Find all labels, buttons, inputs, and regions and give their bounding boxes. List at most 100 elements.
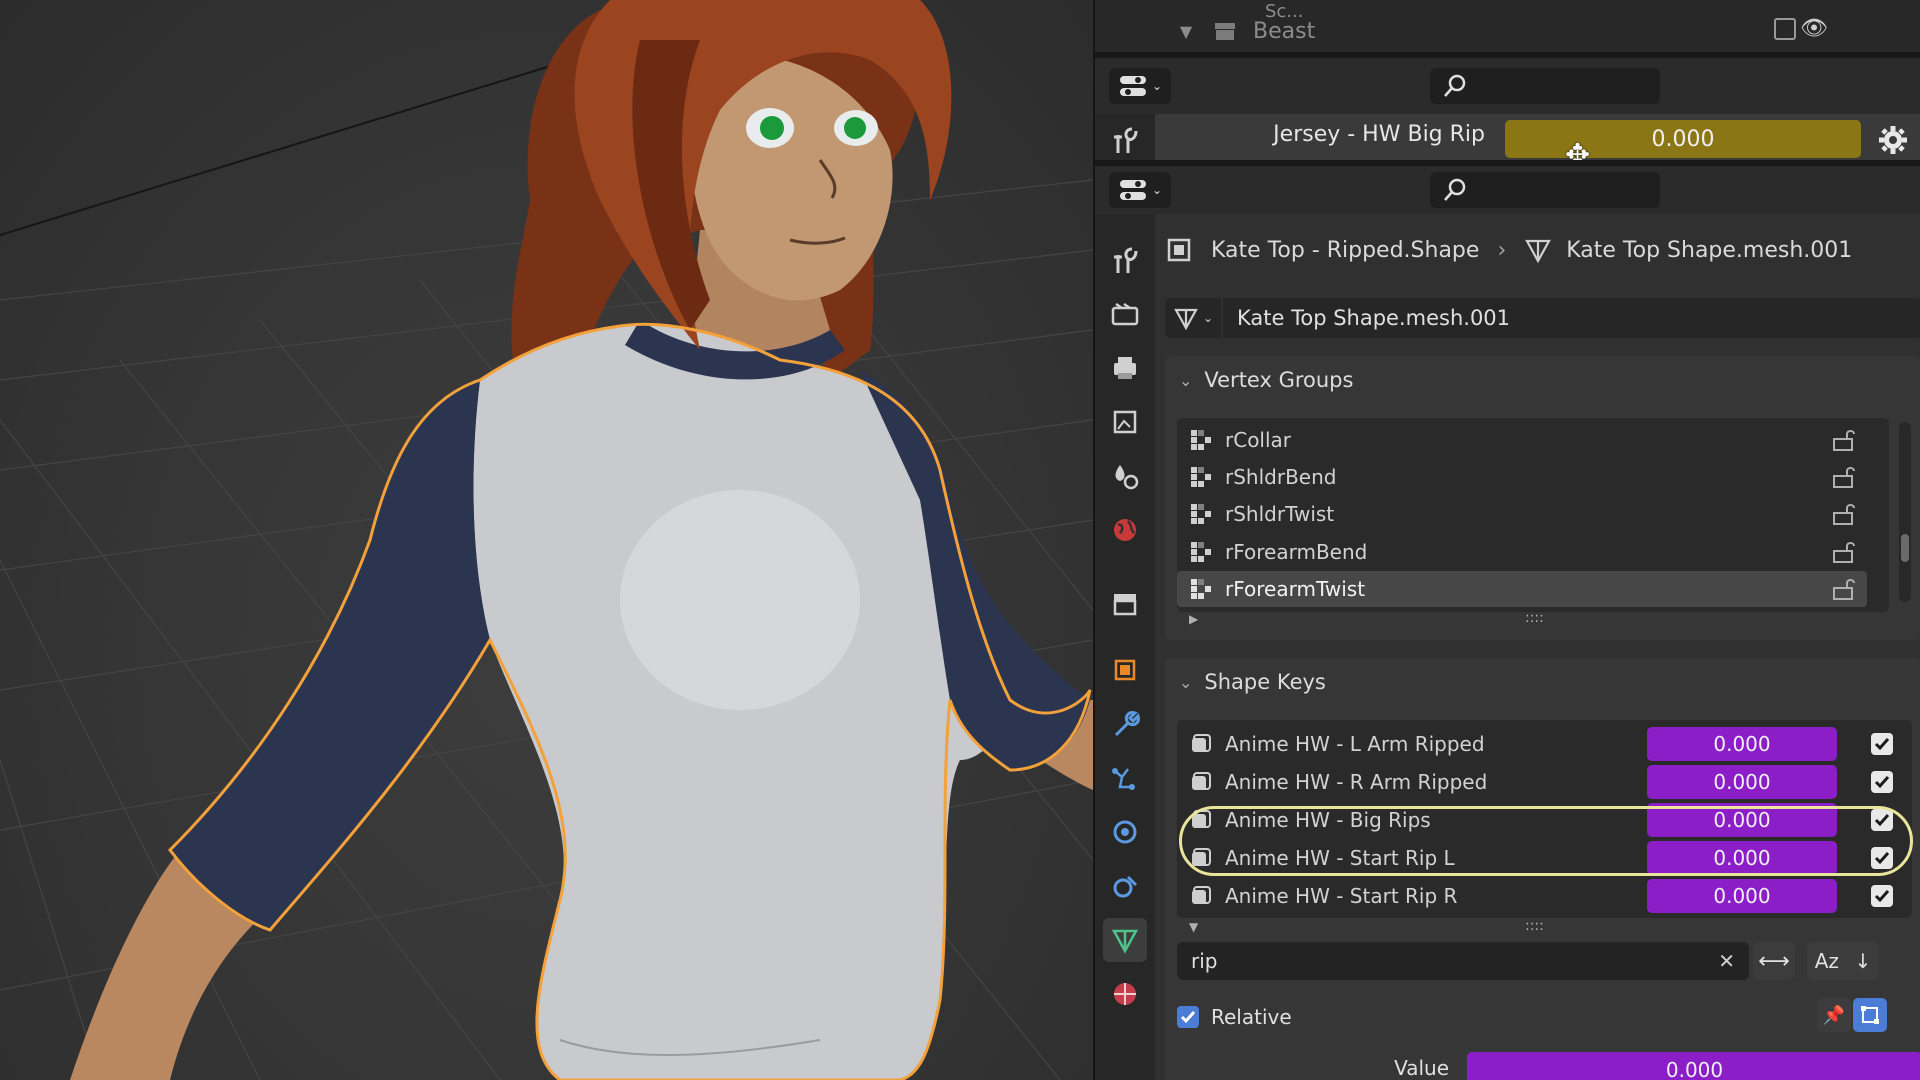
- wrench-icon: [1114, 711, 1140, 737]
- shape-key-value[interactable]: 0.000: [1647, 765, 1837, 799]
- list-item[interactable]: Anime HW - R Arm Ripped 0.000: [1177, 764, 1912, 800]
- render-camera-icon: [1111, 302, 1139, 326]
- tab-modifiers[interactable]: [1103, 702, 1147, 746]
- breadcrumb-chevron-icon: ›: [1497, 237, 1507, 263]
- driver-tabs: [1095, 114, 1155, 166]
- shape-key-value[interactable]: 0.000: [1647, 727, 1837, 761]
- collection-icon: [1113, 594, 1137, 616]
- swap-arrows-icon: ⟷: [1758, 948, 1790, 974]
- chevron-down-icon: ⌄: [1179, 370, 1193, 390]
- vertex-group-icon: [1177, 577, 1225, 601]
- world-icon: [1114, 519, 1136, 541]
- outliner-row-beast[interactable]: ▼ Beast 👁: [1155, 12, 1915, 50]
- search-icon: [1444, 74, 1466, 97]
- list-resize-grip[interactable]: ::::: [1525, 610, 1544, 626]
- tab-collection[interactable]: [1103, 582, 1147, 626]
- clear-filter-icon[interactable]: ✕: [1718, 949, 1735, 973]
- tab-tool[interactable]: [1103, 238, 1147, 282]
- list-item[interactable]: rShldrBend: [1177, 459, 1867, 495]
- unlock-icon[interactable]: [1831, 503, 1857, 525]
- vertex-group-icon: [1177, 502, 1225, 526]
- tab-particles[interactable]: [1103, 756, 1147, 800]
- driver-row[interactable]: Jersey - HW Big Rip 0.000 ✥: [1155, 114, 1920, 173]
- mesh-browse-button[interactable]: ⌄: [1165, 298, 1223, 338]
- search-field[interactable]: [1430, 68, 1660, 104]
- shape-keys-title: Shape Keys: [1204, 670, 1326, 694]
- tab-physics[interactable]: [1103, 810, 1147, 854]
- tab-scene[interactable]: [1103, 454, 1147, 498]
- highlight-circle: [1179, 806, 1913, 876]
- list-item[interactable]: Anime HW - Start Rip R 0.000: [1177, 878, 1912, 914]
- vertex-groups-title: Vertex Groups: [1204, 368, 1354, 392]
- properties-header: ⌄: [1095, 166, 1920, 214]
- driver-header: ⌄: [1095, 58, 1920, 114]
- list-item[interactable]: rShldrTwist: [1177, 496, 1867, 532]
- driver-label: Jersey - HW Big Rip: [1273, 122, 1485, 147]
- list-resize-grip[interactable]: ::::: [1525, 918, 1544, 934]
- mesh-data-icon: [1525, 239, 1552, 264]
- chevron-down-icon: ⌄: [1151, 79, 1163, 93]
- tab-render[interactable]: [1103, 292, 1147, 336]
- exclude-checkbox[interactable]: [1774, 18, 1796, 40]
- unlock-icon[interactable]: [1831, 541, 1857, 563]
- tab-object[interactable]: [1103, 648, 1147, 692]
- mesh-name-field[interactable]: Kate Top Shape.mesh.001: [1237, 306, 1510, 330]
- shape-key-mute-checkbox[interactable]: [1871, 885, 1893, 907]
- editor-type-button[interactable]: ⌄: [1109, 68, 1171, 104]
- tab-output[interactable]: [1103, 346, 1147, 390]
- list-item[interactable]: rForearmBend: [1177, 534, 1867, 570]
- material-icon: [1114, 983, 1136, 1005]
- edit-mode-icon: [1861, 1006, 1879, 1024]
- list-item[interactable]: Anime HW - L Arm Ripped 0.000: [1177, 726, 1912, 762]
- shape-key-value-slider[interactable]: 0.000: [1467, 1052, 1920, 1080]
- shape-key-value[interactable]: 0.000: [1647, 879, 1837, 913]
- relative-option[interactable]: Relative: [1177, 998, 1292, 1036]
- shape-key-mute-checkbox[interactable]: [1871, 733, 1893, 755]
- shape-key-filter-input[interactable]: rip ✕: [1177, 942, 1749, 980]
- gear-icon[interactable]: [1877, 124, 1909, 156]
- eye-icon[interactable]: 👁: [1800, 16, 1828, 41]
- outliner-area[interactable]: Sc... ▼ Beast 👁: [1095, 0, 1920, 52]
- shape-key-icon: [1177, 732, 1225, 756]
- pin-button[interactable]: 📌: [1817, 998, 1851, 1032]
- properties-search-field[interactable]: [1430, 172, 1660, 208]
- sort-alpha-icon[interactable]: Az: [1815, 949, 1839, 973]
- list-item-selected[interactable]: rForearmTwist: [1177, 571, 1867, 607]
- properties-editor-type-button[interactable]: ⌄: [1109, 172, 1171, 208]
- expand-arrow-icon[interactable]: ▶: [1189, 612, 1198, 626]
- sort-buttons[interactable]: Az ↓: [1807, 942, 1879, 980]
- shape-key-mute-checkbox[interactable]: [1871, 771, 1893, 793]
- vertex-groups-header[interactable]: ⌄ Vertex Groups: [1179, 360, 1353, 400]
- tab-material[interactable]: [1103, 972, 1147, 1016]
- shape-key-list[interactable]: Anime HW - L Arm Ripped 0.000 Anime HW -…: [1177, 720, 1913, 918]
- relative-checkbox[interactable]: [1177, 1006, 1199, 1028]
- invert-filter-button[interactable]: ⟷: [1753, 942, 1795, 980]
- editor-type-icon: [1119, 76, 1146, 96]
- scrollbar-thumb[interactable]: [1901, 534, 1909, 562]
- collapse-arrow-icon[interactable]: ▼: [1175, 22, 1197, 41]
- vertex-group-list[interactable]: rCollar rShldrBend rShldrTwist rForearmB…: [1177, 418, 1889, 612]
- unlock-icon[interactable]: [1831, 429, 1857, 451]
- tab-constraints[interactable]: [1103, 864, 1147, 908]
- tab-view-layer[interactable]: [1103, 400, 1147, 444]
- mesh-selector[interactable]: ⌄ Kate Top Shape.mesh.001: [1165, 298, 1920, 338]
- 3d-viewport[interactable]: [0, 0, 1093, 1080]
- checkmark-icon: [1874, 776, 1890, 789]
- unlock-icon[interactable]: [1831, 466, 1857, 488]
- object-icon: [1167, 238, 1191, 262]
- shape-keys-header[interactable]: ⌄ Shape Keys: [1179, 662, 1326, 702]
- list-scrollbar[interactable]: [1899, 422, 1911, 602]
- breadcrumb: Kate Top - Ripped.Shape › Kate Top Shape…: [1165, 230, 1852, 270]
- sort-down-arrow-icon[interactable]: ↓: [1854, 949, 1871, 973]
- unlock-icon[interactable]: [1831, 578, 1857, 600]
- list-item[interactable]: rCollar: [1177, 422, 1867, 458]
- tool-icon[interactable]: [1103, 118, 1147, 162]
- edit-mode-button[interactable]: [1853, 998, 1887, 1032]
- vertex-group-name: rForearmTwist: [1225, 577, 1366, 601]
- tab-world[interactable]: [1103, 508, 1147, 552]
- collapse-arrow-icon[interactable]: ▼: [1189, 920, 1198, 934]
- properties-content: Kate Top - Ripped.Shape › Kate Top Shape…: [1155, 214, 1920, 1080]
- tab-data[interactable]: [1103, 918, 1147, 962]
- driver-value-field[interactable]: 0.000: [1505, 120, 1861, 158]
- vertex-group-name: rShldrTwist: [1225, 502, 1335, 526]
